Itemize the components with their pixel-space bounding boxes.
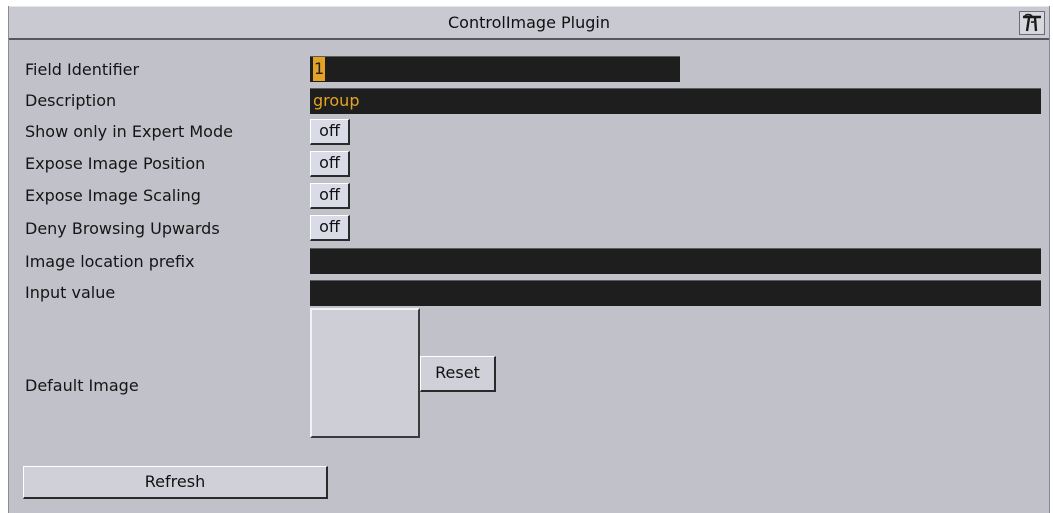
field-identifier-input[interactable]: 1 — [310, 56, 680, 82]
default-image-well[interactable] — [310, 308, 420, 438]
reset-button[interactable]: Reset — [420, 356, 496, 392]
default-image-label: Default Image — [25, 376, 139, 395]
show-expert-mode-toggle[interactable]: off — [310, 119, 350, 145]
input-value-input[interactable] — [310, 280, 1041, 306]
expose-image-scaling-label: Expose Image Scaling — [25, 186, 201, 205]
expose-image-position-label: Expose Image Position — [25, 154, 206, 173]
field-identifier-label: Field Identifier — [25, 60, 140, 79]
expose-image-scaling-toggle[interactable]: off — [310, 183, 350, 209]
expose-image-position-toggle[interactable]: off — [310, 151, 350, 177]
image-location-prefix-label: Image location prefix — [25, 252, 195, 271]
input-value-label: Input value — [25, 283, 116, 302]
plugin-logo-icon[interactable] — [1019, 11, 1045, 35]
refresh-button[interactable]: Refresh — [23, 466, 328, 499]
window-title: ControlImage Plugin — [447, 13, 610, 32]
field-identifier-value: 1 — [313, 57, 326, 81]
show-expert-mode-label: Show only in Expert Mode — [25, 122, 233, 141]
image-location-prefix-input[interactable] — [310, 248, 1041, 274]
deny-browsing-upwards-toggle[interactable]: off — [310, 215, 350, 241]
deny-browsing-upwards-label: Deny Browsing Upwards — [25, 219, 220, 238]
description-label: Description — [25, 91, 117, 110]
title-bar: ControlImage Plugin — [9, 6, 1049, 40]
description-input[interactable]: group — [310, 88, 1041, 114]
plugin-window: ControlImage Plugin Field Identifier 1 D… — [8, 6, 1050, 513]
